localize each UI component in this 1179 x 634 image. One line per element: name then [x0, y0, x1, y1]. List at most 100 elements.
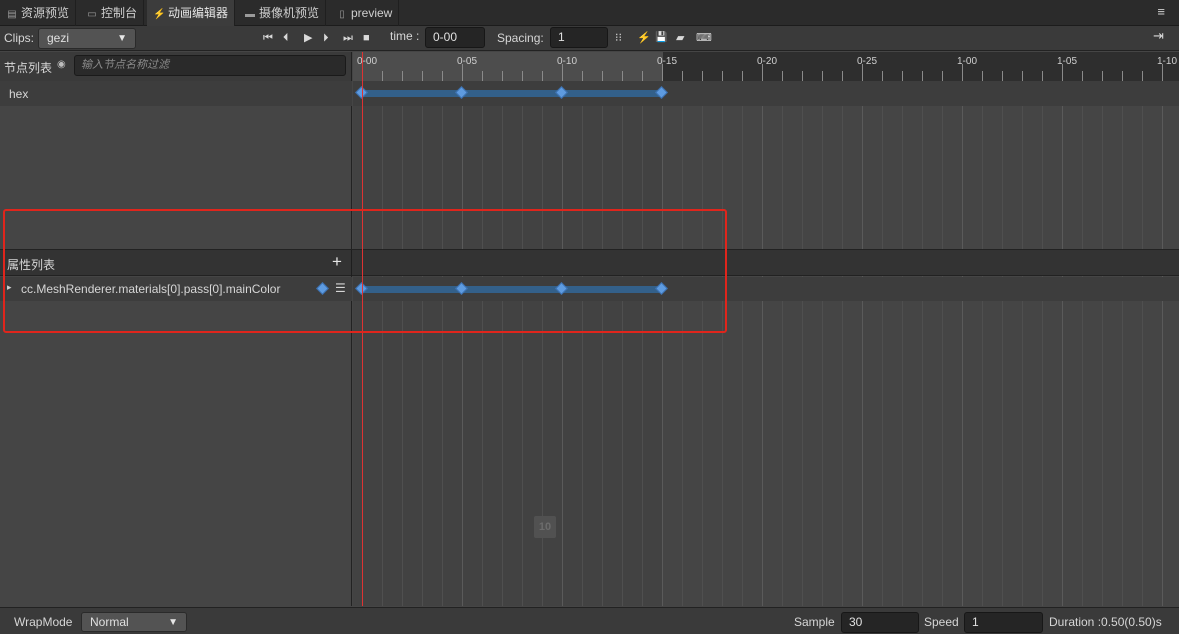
ruler-tick [1062, 64, 1063, 81]
save-icon[interactable]: 💾 [655, 31, 667, 45]
node-name: hex [9, 87, 29, 101]
ruler-label: 1-00 [957, 56, 978, 67]
grid-line [622, 81, 623, 606]
spacing-label: Spacing: [497, 31, 544, 45]
sample-label: Sample [794, 615, 835, 629]
grid-line [382, 81, 383, 606]
ruler-label: 1-05 [1057, 56, 1078, 67]
grid-line [922, 81, 923, 606]
speed-input[interactable]: 1 [964, 612, 1043, 633]
ruler-tick [762, 64, 763, 81]
ruler-tick [1082, 71, 1083, 81]
tab-label: 资源预览 [21, 6, 70, 20]
clips-selected-value: gezi [47, 31, 70, 45]
grid-icon[interactable]: ⁝⁝ [615, 31, 622, 45]
spacing-input[interactable]: 1 [550, 27, 608, 48]
grid-line [502, 81, 503, 606]
node-row[interactable]: hex [0, 81, 352, 106]
grid-line [662, 81, 663, 606]
time-label: time : [390, 29, 420, 43]
ruler-tick [802, 71, 803, 81]
ruler-tick [602, 71, 603, 81]
grid-line [482, 81, 483, 606]
grid-line [422, 81, 423, 606]
ruler-tick [442, 71, 443, 81]
chevron-down-icon: ▼ [168, 617, 178, 628]
highlight-annotation-box [3, 209, 727, 333]
wrapmode-select[interactable]: Normal ▼ [81, 612, 187, 632]
document-icon: ▯ [339, 9, 345, 20]
grid-line [1142, 81, 1143, 606]
clip-range-region [353, 52, 663, 81]
stop-button[interactable]: ■ [363, 31, 370, 45]
chevron-down-icon: ▼ [117, 33, 127, 44]
duration-text: Duration :0.50(0.50)s [1049, 615, 1162, 629]
frame-badge: 10 [534, 516, 556, 538]
ruler-tick [902, 71, 903, 81]
camera-icon: ▬ [245, 9, 255, 20]
ruler-tick [542, 71, 543, 81]
grid-line [1042, 81, 1043, 606]
ruler-label: 0-00 [357, 56, 378, 67]
node-tree-panel: hex ▸ cc.MeshRenderer.materials[0].pass[… [0, 81, 352, 606]
tab-preview[interactable]: ▯ preview [330, 0, 400, 26]
eye-icon[interactable]: ◉ [57, 59, 66, 70]
wrapmode-value: Normal [90, 615, 129, 629]
tab-camera-preview[interactable]: ▬ 摄像机预览 [238, 0, 327, 26]
ruler-tick [642, 71, 643, 81]
grid-line [902, 81, 903, 606]
sample-input[interactable]: 30 [841, 612, 919, 633]
ruler-tick [942, 71, 943, 81]
ruler-tick [882, 71, 883, 81]
ruler-tick [862, 64, 863, 81]
ruler-tick [682, 71, 683, 81]
animation-toolbar: Clips: gezi ▼ ⏮ ⏴ ▶ ⏵ ⏭ ■ time : 0-00 Sp… [0, 26, 1179, 51]
grid-line [762, 81, 763, 606]
panel-tab-bar: ▤ 资源预览 ▭ 控制台 ⚡ 动画编辑器 ▬ 摄像机预览 ▯ preview ≡ [0, 0, 1179, 26]
grid-line [642, 81, 643, 606]
node-filter-input[interactable]: 输入节点名称过滤 [74, 55, 346, 76]
keyboard-icon[interactable]: ⌨ [696, 31, 712, 45]
menu-icon[interactable]: ≡ [1157, 4, 1165, 19]
wrapmode-label: WrapMode [14, 615, 73, 629]
grid-line [842, 81, 843, 606]
ruler-tick [502, 71, 503, 81]
ruler-tick [462, 64, 463, 81]
ruler-label: 1-10 [1157, 56, 1178, 67]
timeline-ruler[interactable]: 0-00 0-05 0-10 0-15 0-20 0-25 1-00 1-05 1-10 [353, 52, 1179, 81]
grid-line [1022, 81, 1023, 606]
ruler-tick [1102, 71, 1103, 81]
ruler-tick [522, 71, 523, 81]
timeline-area[interactable] [353, 81, 1179, 606]
clips-select[interactable]: gezi ▼ [38, 28, 136, 49]
ruler-tick [842, 71, 843, 81]
ruler-tick [1142, 71, 1143, 81]
grid-line [1082, 81, 1083, 606]
grid-line [402, 81, 403, 606]
tab-animation-editor[interactable]: ⚡ 动画编辑器 [147, 0, 236, 26]
ruler-tick [1122, 71, 1123, 81]
first-frame-button[interactable]: ⏮ [263, 31, 273, 45]
ruler-label: 0-15 [657, 56, 678, 67]
tab-label: 控制台 [101, 6, 138, 20]
tab-console[interactable]: ▭ 控制台 [80, 0, 145, 26]
ruler-tick [1162, 64, 1163, 81]
ruler-tick [422, 71, 423, 81]
grid-line [782, 81, 783, 606]
time-input[interactable]: 0-00 [425, 27, 485, 48]
event-icon[interactable]: ⚡ [637, 31, 651, 45]
grid-line [702, 81, 703, 606]
ruler-tick [562, 64, 563, 81]
grid-line [722, 81, 723, 606]
last-frame-button[interactable]: ⏭ [343, 31, 353, 45]
exit-icon[interactable]: ⇥ [1153, 29, 1164, 43]
ruler-tick [822, 71, 823, 81]
tab-assets-preview[interactable]: ▤ 资源预览 [0, 0, 77, 26]
book-icon[interactable]: ▰ [676, 31, 684, 45]
next-frame-button[interactable]: ⏵ [323, 31, 329, 45]
grid-line [802, 81, 803, 606]
clip-range-shade [353, 81, 663, 606]
grid-line [1122, 81, 1123, 606]
prev-frame-button[interactable]: ⏴ [283, 31, 289, 45]
play-button[interactable]: ▶ [304, 31, 312, 45]
